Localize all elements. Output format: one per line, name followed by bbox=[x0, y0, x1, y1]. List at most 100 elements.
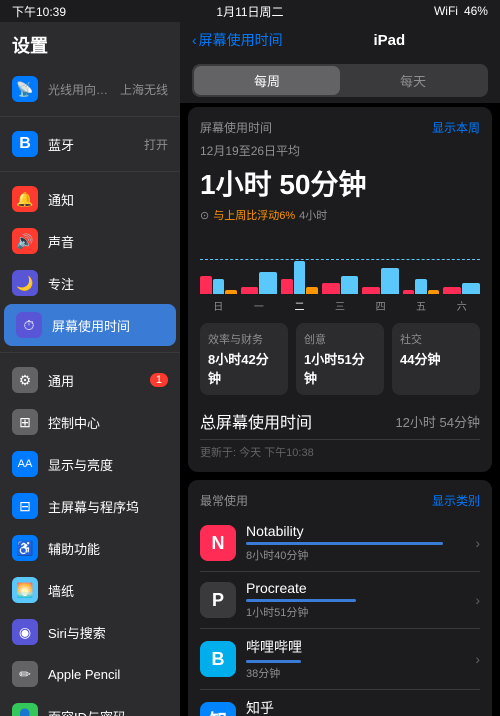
most-used-section: 最常使用 显示类别 NNotability8小时40分钟›PProcreate1… bbox=[188, 480, 492, 716]
wifi-icon: WiFi bbox=[434, 4, 458, 18]
bar-pink-0 bbox=[200, 276, 212, 294]
app-list-item-0[interactable]: NNotability8小时40分钟› bbox=[200, 515, 480, 572]
sidebar-item-display[interactable]: AA 显示与亮度 bbox=[0, 443, 180, 485]
app-list-item-2[interactable]: B哔哩哔哩38分钟› bbox=[200, 629, 480, 690]
app-chevron-1: › bbox=[475, 592, 480, 608]
panel-back-button[interactable]: ‹ 屏幕使用时间 bbox=[192, 30, 283, 50]
general-badge: 1 bbox=[150, 373, 168, 387]
usage-time-big: 1小时 50分钟 bbox=[200, 163, 480, 203]
app-usage-bar-0 bbox=[246, 542, 443, 545]
bar-group-四[interactable] bbox=[362, 233, 399, 294]
bar-group-六[interactable] bbox=[443, 233, 480, 294]
sidebar-item-wifi[interactable]: 📡 光线用向… 上海无线 bbox=[0, 68, 180, 110]
most-used-label: 最常使用 bbox=[200, 492, 248, 509]
bar-pink-2 bbox=[281, 279, 293, 294]
panel-header: ‹ 屏幕使用时间 iPad bbox=[180, 22, 500, 58]
bar-teal-0 bbox=[213, 279, 225, 294]
sidebar-item-homescreen[interactable]: ⊟ 主屏幕与程序坞 bbox=[0, 485, 180, 527]
status-day: 1月11日周二 bbox=[216, 3, 283, 20]
total-section: 总屏幕使用时间 12小时 54分钟 更新于: 今天 下午10:38 bbox=[200, 403, 480, 460]
usage-header-row: 屏幕使用时间 显示本周 bbox=[200, 119, 480, 136]
sidebar-item-accessibility[interactable]: ♿ 辅助功能 bbox=[0, 527, 180, 569]
category-item-creative: 创意 1小时51分钟 bbox=[296, 323, 384, 395]
avg-line bbox=[200, 259, 480, 260]
main-layout: 设置 📡 光线用向… 上海无线 B 蓝牙 打开 🔔 通知 🔊 bbox=[0, 22, 500, 716]
app-usage-bar-1 bbox=[246, 599, 356, 602]
seg-control: 每周 每天 bbox=[192, 64, 488, 97]
siri-icon: ◉ bbox=[12, 619, 38, 645]
usage-section: 屏幕使用时间 显示本周 12月19至26日平均 1小时 50分钟 ⊙ 与上周比浮… bbox=[188, 107, 492, 472]
sidebar-item-applepencil[interactable]: ✏ Apple Pencil bbox=[0, 653, 180, 695]
app-info-2: 哔哩哔哩 38分钟 bbox=[246, 637, 465, 681]
sidebar-label-wallpaper: 墙纸 bbox=[48, 581, 168, 600]
app-name-1: Procreate bbox=[246, 580, 465, 596]
bar-group-五[interactable] bbox=[403, 233, 440, 294]
bar-pink-4 bbox=[362, 287, 380, 294]
app-time-0: 8小时40分钟 bbox=[246, 547, 465, 563]
most-used-header-row: 最常使用 显示类别 bbox=[200, 492, 480, 509]
app-info-1: Procreate1小时51分钟 bbox=[246, 580, 465, 620]
show-categories-link[interactable]: 显示类别 bbox=[432, 492, 480, 509]
sidebar-item-wallpaper[interactable]: 🌅 墙纸 bbox=[0, 569, 180, 611]
total-label: 总屏幕使用时间 bbox=[200, 409, 312, 433]
sidebar-item-screentime[interactable]: ⏱ 屏幕使用时间 bbox=[4, 304, 176, 346]
sidebar-value-wifi: 上海无线 bbox=[120, 81, 168, 98]
sidebar: 设置 📡 光线用向… 上海无线 B 蓝牙 打开 🔔 通知 🔊 bbox=[0, 22, 180, 716]
app-list-item-1[interactable]: PProcreate1小时51分钟› bbox=[200, 572, 480, 629]
screentime-icon: ⏱ bbox=[16, 312, 42, 338]
segmented-control-container: 每周 每天 bbox=[180, 58, 500, 103]
chart-label-日: 日 bbox=[200, 298, 237, 313]
sidebar-label-sound: 声音 bbox=[48, 232, 168, 251]
sidebar-item-sound[interactable]: 🔊 声音 bbox=[0, 220, 180, 262]
cat-name-productivity: 效率与财务 bbox=[208, 331, 280, 347]
bar-pink-3 bbox=[322, 283, 340, 294]
app-chevron-0: › bbox=[475, 535, 480, 551]
app-list-item-3[interactable]: 知知乎26分钟› bbox=[200, 690, 480, 716]
battery-level: 46% bbox=[464, 4, 488, 18]
app-name-2: 哔哩哔哩 bbox=[246, 637, 465, 657]
sidebar-label-display: 显示与亮度 bbox=[48, 455, 168, 474]
sidebar-label-bluetooth: 蓝牙 bbox=[48, 135, 134, 154]
category-item-productivity: 效率与财务 8小时42分钟 bbox=[200, 323, 288, 395]
cat-name-social: 社交 bbox=[400, 331, 472, 347]
app-info-0: Notability8小时40分钟 bbox=[246, 523, 465, 563]
app-icon-2: B bbox=[200, 641, 236, 677]
sidebar-label-faceid: 面容ID与密码 bbox=[48, 707, 168, 716]
bar-teal-4 bbox=[381, 268, 399, 294]
category-item-social: 社交 44分钟 bbox=[392, 323, 480, 395]
sidebar-label-controlcenter: 控制中心 bbox=[48, 413, 168, 432]
sound-icon: 🔊 bbox=[12, 228, 38, 254]
usage-compare: ⊙ 与上周比浮动6% 4小时 bbox=[200, 207, 480, 223]
chart-label-四: 四 bbox=[362, 298, 399, 313]
seg-btn-daily[interactable]: 每天 bbox=[340, 66, 486, 95]
sidebar-item-siri[interactable]: ◉ Siri与搜索 bbox=[0, 611, 180, 653]
show-week-link[interactable]: 显示本周 bbox=[432, 119, 480, 136]
sidebar-label-focus: 专注 bbox=[48, 274, 168, 293]
homescreen-icon: ⊟ bbox=[12, 493, 38, 519]
sidebar-item-faceid[interactable]: 👤 面容ID与密码 bbox=[0, 695, 180, 716]
notification-icon: 🔔 bbox=[12, 186, 38, 212]
sidebar-label-accessibility: 辅助功能 bbox=[48, 539, 168, 558]
sidebar-item-controlcenter[interactable]: ⊞ 控制中心 bbox=[0, 401, 180, 443]
display-icon: AA bbox=[12, 451, 38, 477]
back-chevron: ‹ bbox=[192, 32, 197, 48]
bar-teal-6 bbox=[462, 283, 480, 294]
chart-label-二: 二 bbox=[281, 298, 318, 313]
sidebar-item-focus[interactable]: 🌙 专注 bbox=[0, 262, 180, 304]
bar-group-三[interactable] bbox=[322, 233, 359, 294]
sidebar-item-bluetooth[interactable]: B 蓝牙 打开 bbox=[0, 123, 180, 165]
seg-btn-weekly[interactable]: 每周 bbox=[194, 66, 340, 95]
applepencil-icon: ✏ bbox=[12, 661, 38, 687]
sidebar-label-notification: 通知 bbox=[48, 190, 168, 209]
app-time-2: 38分钟 bbox=[246, 665, 465, 681]
bar-group-二[interactable] bbox=[281, 233, 318, 294]
bar-teal-5 bbox=[415, 279, 427, 294]
bar-pink-5 bbox=[403, 290, 415, 294]
bar-group-一[interactable] bbox=[241, 233, 278, 294]
sidebar-label-screentime: 屏幕使用时间 bbox=[52, 316, 164, 335]
total-row: 总屏幕使用时间 12小时 54分钟 bbox=[200, 403, 480, 440]
bars-container bbox=[200, 233, 480, 294]
sidebar-item-notification[interactable]: 🔔 通知 bbox=[0, 178, 180, 220]
bar-group-日[interactable] bbox=[200, 233, 237, 294]
sidebar-item-general[interactable]: ⚙ 通用 1 bbox=[0, 359, 180, 401]
